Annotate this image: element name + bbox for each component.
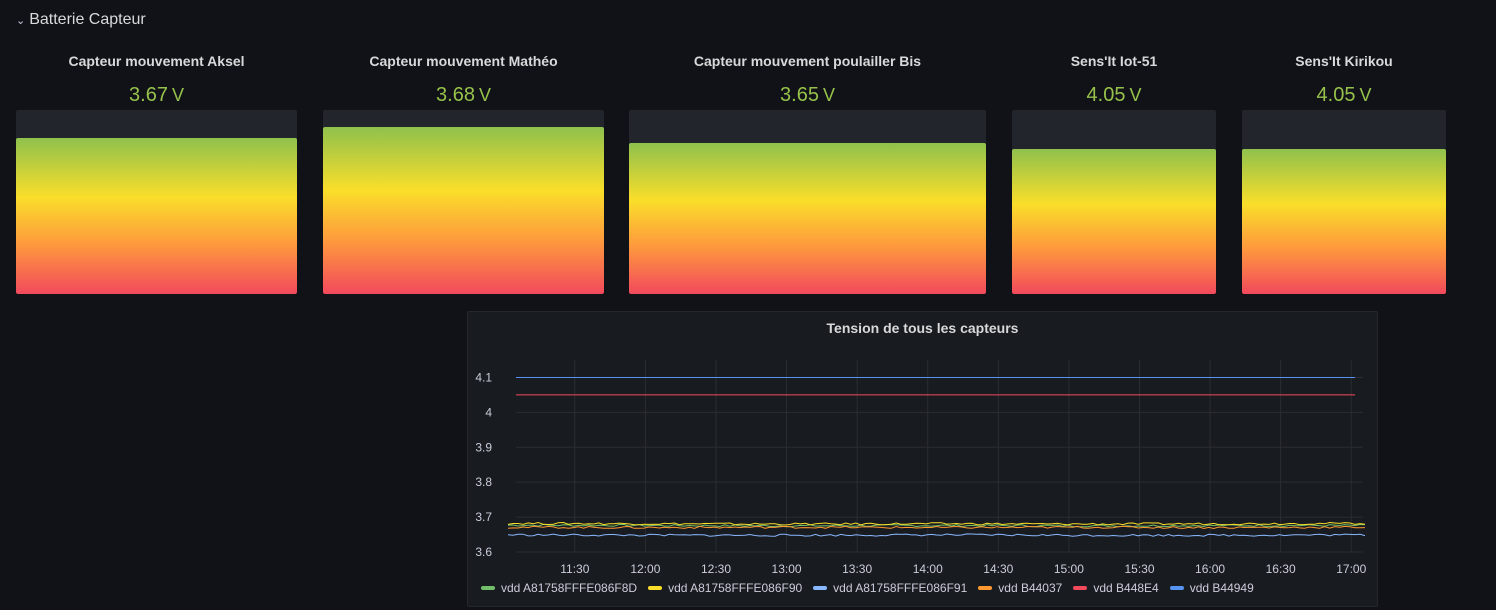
chart-legend: vdd A81758FFFE086F8D vdd A81758FFFE086F90…: [481, 581, 1254, 595]
y-tick-label: 3.6: [475, 545, 492, 559]
bar-gauge-track: [1242, 110, 1446, 294]
x-tick-label: 14:00: [913, 562, 943, 576]
y-tick-label: 3.7: [475, 510, 492, 524]
gauge-title: Capteur mouvement poulailler Bis: [693, 53, 922, 69]
x-tick-label: 16:30: [1266, 562, 1296, 576]
series-line-1: [507, 521, 1366, 526]
x-tick-label: 12:30: [701, 562, 731, 576]
gauge-value: 3.68 V: [436, 84, 491, 106]
x-tick-label: 13:30: [842, 562, 872, 576]
gauge-value: 3.67 V: [129, 84, 184, 106]
bar-gauge-fill: [629, 143, 986, 294]
legend-item[interactable]: vdd A81758FFFE086F91: [813, 581, 967, 595]
row-header-batterie-capteur[interactable]: ⌄ Batterie Capteur: [16, 11, 146, 29]
legend-label: vdd A81758FFFE086F91: [833, 581, 968, 595]
legend-label: vdd B44037: [998, 581, 1063, 595]
gauge-panel-poulailler-bis[interactable]: Capteur mouvement poulailler Bis 3.65 V: [629, 48, 986, 296]
x-tick-label: 17:00: [1336, 562, 1366, 576]
x-tick-label: 15:00: [1054, 562, 1084, 576]
bar-gauge-fill: [323, 126, 604, 294]
x-tick-label: 16:00: [1195, 562, 1225, 576]
legend-swatch: [481, 586, 495, 590]
legend-label: vdd B448E4: [1093, 581, 1159, 595]
legend-item[interactable]: vdd B44037: [978, 581, 1062, 595]
legend-swatch: [1169, 586, 1184, 590]
gauge-value: 4.05 V: [1316, 84, 1372, 106]
y-tick-label: 4: [485, 405, 492, 419]
series-line-3: [507, 525, 1366, 530]
legend-item[interactable]: vdd B44949: [1169, 581, 1254, 595]
legend-swatch: [813, 586, 828, 590]
legend-item[interactable]: vdd A81758FFFE086F90: [648, 581, 802, 595]
bar-gauge-fill: [1242, 148, 1446, 294]
legend-swatch: [648, 586, 663, 590]
bar-gauge-fill: [16, 137, 297, 294]
series-line-2: [507, 533, 1366, 537]
chevron-down-icon: ⌄: [16, 14, 26, 27]
gauge-panel-matheo[interactable]: Capteur mouvement Mathéo 3.68 V: [323, 48, 604, 296]
legend-label: vdd A81758FFFE086F90: [668, 581, 803, 595]
gauge-title: Sens'It Kirikou: [1295, 53, 1393, 69]
legend-swatch: [1073, 586, 1088, 590]
gauge-panel-kirikou[interactable]: Sens'It Kirikou 4.05 V: [1242, 48, 1446, 296]
legend-label: vdd B44949: [1189, 581, 1254, 595]
bar-gauge-track: [323, 110, 604, 294]
y-tick-label: 3.8: [475, 475, 492, 489]
legend-item[interactable]: vdd A81758FFFE086F8D: [481, 581, 637, 595]
legend-swatch: [978, 586, 993, 590]
x-tick-label: 13:00: [772, 562, 802, 576]
bar-gauge-track: [16, 110, 297, 294]
gauge-panel-aksel[interactable]: Capteur mouvement Aksel 3.67 V: [16, 48, 297, 296]
bar-gauge-fill: [1012, 148, 1216, 294]
gauge-value: 4.05 V: [1086, 84, 1142, 106]
y-tick-label: 4.1: [475, 370, 492, 384]
bar-gauge-track: [629, 110, 986, 294]
gauge-title: Capteur mouvement Mathéo: [369, 53, 558, 69]
x-tick-label: 14:30: [983, 562, 1013, 576]
x-tick-label: 15:30: [1124, 562, 1154, 576]
line-chart: 3.6 3.7 3.8 3.9 4 4.1 11:30 12:00 12:30 13:00 13:3…: [475, 360, 1367, 576]
legend-label: vdd A81758FFFE086F8D: [501, 581, 638, 595]
x-tick-label: 11:30: [560, 562, 589, 576]
row-title: Batterie Capteur: [29, 11, 146, 28]
y-tick-label: 3.9: [475, 440, 492, 454]
timeseries-panel[interactable]: Tension de tous les capteurs 3.6 3.7 3.8 3.…: [467, 311, 1378, 607]
gauge-title: Capteur mouvement Aksel: [68, 53, 245, 69]
x-tick-label: 12:00: [630, 562, 660, 576]
gauge-title: Sens'It Iot-51: [1070, 53, 1158, 69]
legend-item[interactable]: vdd B448E4: [1073, 581, 1159, 595]
gauge-value: 3.65 V: [780, 84, 835, 106]
gauge-panel-iot-51[interactable]: Sens'It Iot-51 4.05 V: [1012, 48, 1216, 296]
bar-gauge-track: [1012, 110, 1216, 294]
